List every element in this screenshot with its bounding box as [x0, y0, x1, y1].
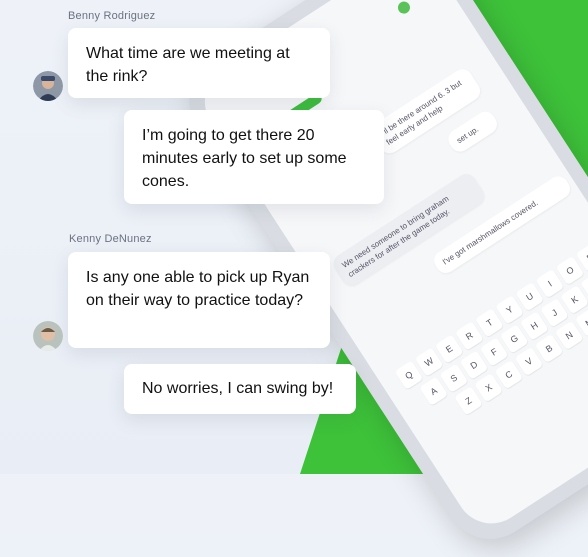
avatar	[33, 71, 63, 101]
chat-bubble-left: What time are we meeting at the rink?	[68, 28, 330, 98]
phone-message: set up.	[444, 107, 501, 156]
phone-keyboard: QWERTYUIOP ASDFGHJKL ZXCVBNM	[383, 233, 588, 440]
chat-bubble-right: No worries, I can swing by!	[124, 364, 356, 414]
sender-name: Benny Rodriguez	[68, 10, 156, 22]
phone-status-dot	[395, 0, 413, 16]
chat-bubble-right: I’m going to get there 20 minutes early …	[124, 110, 384, 204]
sender-name: Kenny DeNunez	[69, 233, 152, 245]
avatar-icon	[33, 321, 63, 351]
avatar	[33, 321, 63, 351]
chat-bubble-left: Is any one able to pick up Ryan on their…	[68, 252, 330, 348]
avatar-icon	[33, 71, 63, 101]
